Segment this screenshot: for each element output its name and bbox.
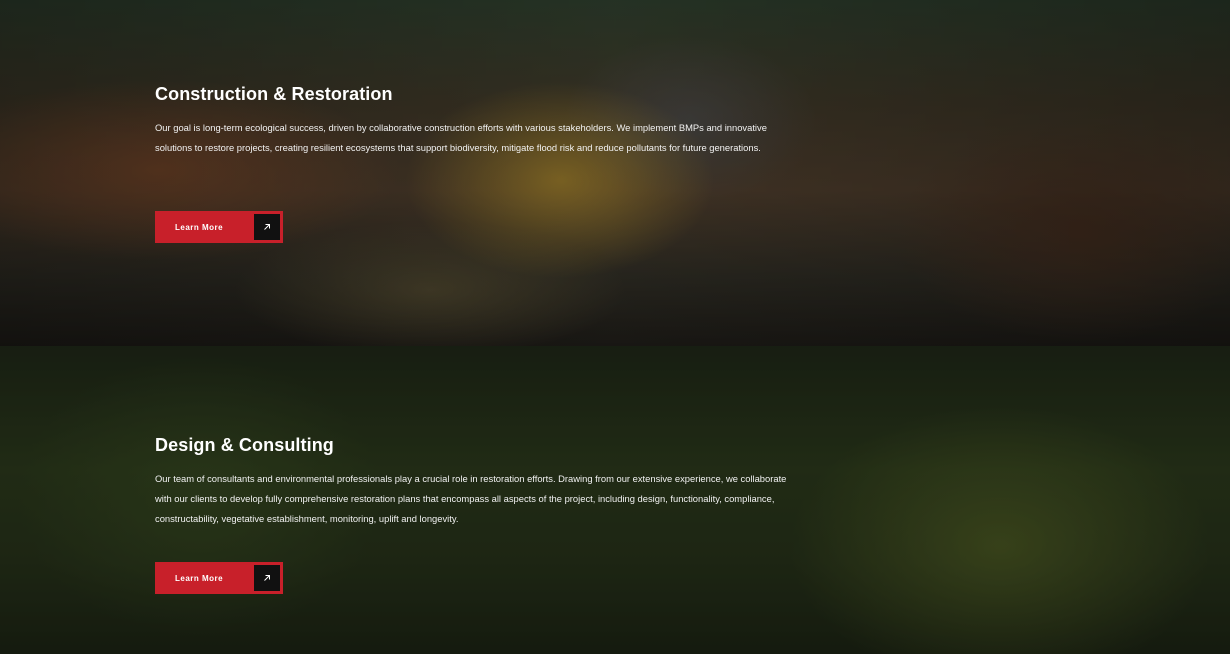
arrow-up-right-icon <box>254 565 280 591</box>
section-title: Construction & Restoration <box>155 84 393 104</box>
section-content: Design & Consulting Our team of consulta… <box>155 435 805 529</box>
section-title: Design & Consulting <box>155 435 334 455</box>
section-description: Our team of consultants and environmenta… <box>155 473 787 524</box>
learn-more-button[interactable]: Learn More <box>155 562 283 594</box>
background-overlay <box>0 0 1230 346</box>
learn-more-label: Learn More <box>175 573 224 583</box>
design-consulting-section: Design & Consulting Our team of consulta… <box>0 346 1230 654</box>
learn-more-label: Learn More <box>175 222 224 232</box>
section-description: Our goal is long-term ecological success… <box>155 122 767 153</box>
arrow-up-right-icon <box>254 214 280 240</box>
construction-restoration-section: Construction & Restoration Our goal is l… <box>0 0 1230 346</box>
section-content: Construction & Restoration Our goal is l… <box>155 84 805 158</box>
learn-more-button[interactable]: Learn More <box>155 211 283 243</box>
